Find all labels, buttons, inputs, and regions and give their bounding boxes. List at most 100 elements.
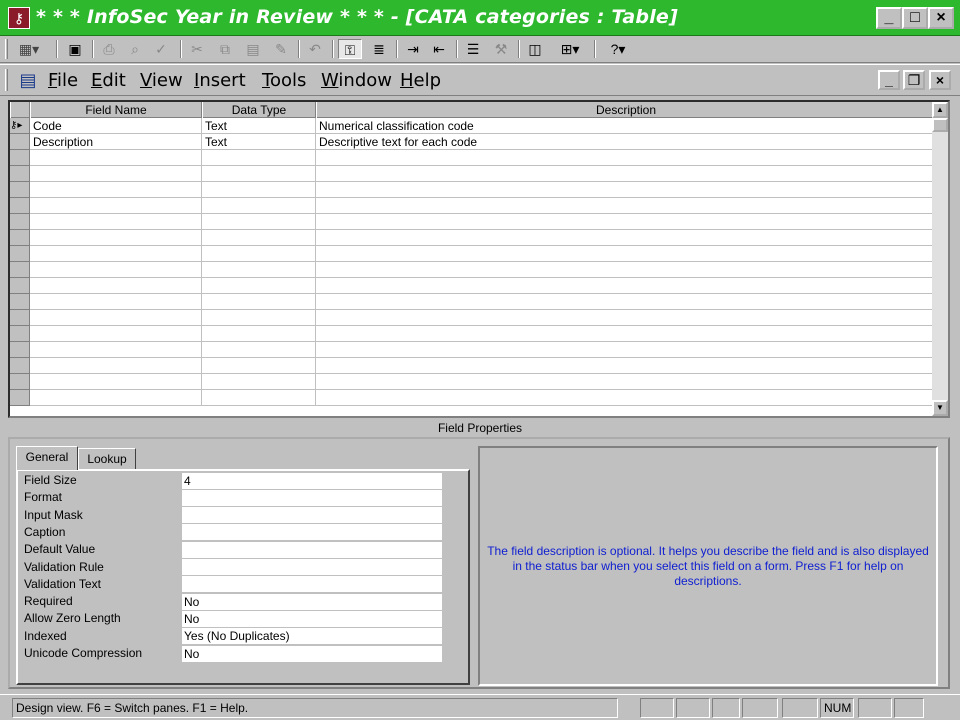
menu-file[interactable]: File <box>48 70 78 91</box>
property-value-field[interactable]: No <box>182 610 442 627</box>
row-selector[interactable] <box>10 294 30 310</box>
cell-data-type[interactable] <box>202 262 316 278</box>
table-row[interactable] <box>10 326 936 342</box>
undo-icon[interactable]: ↶ <box>304 39 326 59</box>
menu-window[interactable]: Window <box>321 70 392 91</box>
cell-description[interactable] <box>316 310 936 326</box>
format-painter-icon[interactable]: ✎ <box>270 39 292 59</box>
row-selector[interactable] <box>10 342 30 358</box>
maximize-button[interactable]: □ <box>902 7 928 29</box>
row-selector[interactable] <box>10 246 30 262</box>
doc-minimize-button[interactable]: _ <box>878 70 900 90</box>
cell-field-name[interactable] <box>30 262 202 278</box>
toolbar-grip[interactable] <box>5 39 8 59</box>
property-value-field[interactable]: 4 <box>182 472 442 489</box>
table-row[interactable] <box>10 358 936 374</box>
cell-field-name[interactable] <box>30 166 202 182</box>
cell-field-name[interactable] <box>30 150 202 166</box>
menu-tools[interactable]: Tools <box>262 70 306 91</box>
cell-field-name[interactable]: Code <box>30 118 202 134</box>
tab-lookup[interactable]: Lookup <box>78 448 136 470</box>
cell-description[interactable] <box>316 230 936 246</box>
property-value-field[interactable]: No <box>182 645 442 662</box>
cell-field-name[interactable] <box>30 230 202 246</box>
row-selector[interactable] <box>10 326 30 342</box>
vertical-scrollbar[interactable]: ▲ ▼ <box>932 102 948 416</box>
indexes-icon[interactable]: ≣ <box>368 39 390 59</box>
row-selector[interactable] <box>10 310 30 326</box>
property-value-field[interactable] <box>182 576 442 593</box>
row-selector[interactable] <box>10 214 30 230</box>
cell-description[interactable] <box>316 278 936 294</box>
cell-data-type[interactable] <box>202 278 316 294</box>
property-value-field[interactable] <box>182 524 442 541</box>
row-selector[interactable] <box>10 150 30 166</box>
row-selector[interactable] <box>10 278 30 294</box>
cell-data-type[interactable]: Text <box>202 134 316 150</box>
cell-field-name[interactable] <box>30 214 202 230</box>
cell-field-name[interactable] <box>30 358 202 374</box>
save-icon[interactable]: ▣ <box>64 39 86 59</box>
primary-key-icon[interactable]: ⚿ <box>338 39 362 59</box>
table-row[interactable]: Description Text Descriptive text for each… <box>10 134 936 150</box>
spelling-icon[interactable]: ✓ <box>150 39 172 59</box>
insert-rows-icon[interactable]: ⇥ <box>402 39 424 59</box>
menu-help[interactable]: Help <box>400 70 441 91</box>
row-selector[interactable] <box>10 358 30 374</box>
cell-data-type[interactable] <box>202 294 316 310</box>
property-value-field[interactable] <box>182 489 442 506</box>
cell-field-name[interactable] <box>30 374 202 390</box>
row-selector[interactable] <box>10 230 30 246</box>
cell-data-type[interactable] <box>202 390 316 406</box>
access-key-icon[interactable]: ⚷ <box>8 7 30 29</box>
properties-icon[interactable]: ☰ <box>462 39 484 59</box>
cell-field-name[interactable] <box>30 342 202 358</box>
scroll-thumb[interactable] <box>932 118 948 132</box>
table-row[interactable] <box>10 198 936 214</box>
cell-field-name[interactable] <box>30 294 202 310</box>
doc-close-button[interactable]: × <box>929 70 951 90</box>
table-row[interactable] <box>10 246 936 262</box>
print-preview-icon[interactable]: ⌕ <box>124 39 146 59</box>
cut-icon[interactable]: ✂ <box>186 39 208 59</box>
cell-field-name[interactable] <box>30 182 202 198</box>
cell-description[interactable] <box>316 166 936 182</box>
table-row[interactable] <box>10 342 936 358</box>
help-icon[interactable]: ?▾ <box>600 39 636 59</box>
table-row[interactable] <box>10 166 936 182</box>
paste-icon[interactable]: ▤ <box>242 39 264 59</box>
table-row[interactable] <box>10 214 936 230</box>
column-header-field-name[interactable]: Field Name <box>30 102 202 118</box>
table-document-icon[interactable]: ▤ <box>16 69 40 91</box>
cell-data-type[interactable] <box>202 342 316 358</box>
row-selector[interactable] <box>10 374 30 390</box>
new-object-icon[interactable]: ⊞▾ <box>552 39 588 59</box>
table-row[interactable] <box>10 390 936 406</box>
scroll-up-button[interactable]: ▲ <box>932 102 948 118</box>
column-header-data-type[interactable]: Data Type <box>202 102 316 118</box>
cell-data-type[interactable] <box>202 166 316 182</box>
view-icon[interactable]: ▦▾ <box>14 39 44 59</box>
property-value-field[interactable]: No <box>182 593 442 610</box>
menu-grip[interactable] <box>5 69 8 91</box>
cell-field-name[interactable] <box>30 326 202 342</box>
table-row[interactable] <box>10 150 936 166</box>
table-row[interactable]: ⚷▸ Code Text Numerical classification code <box>10 118 936 134</box>
property-value-field[interactable] <box>182 559 442 575</box>
cell-field-name[interactable] <box>30 310 202 326</box>
build-icon[interactable]: ⚒ <box>490 39 512 59</box>
property-value-field[interactable]: Yes (No Duplicates) <box>182 628 442 645</box>
scroll-down-button[interactable]: ▼ <box>932 400 948 416</box>
cell-data-type[interactable] <box>202 310 316 326</box>
doc-restore-button[interactable]: ❐ <box>903 70 925 90</box>
cell-data-type[interactable] <box>202 230 316 246</box>
table-row[interactable] <box>10 278 936 294</box>
table-row[interactable] <box>10 294 936 310</box>
cell-data-type[interactable] <box>202 214 316 230</box>
tab-general[interactable]: General <box>16 446 78 470</box>
cell-description[interactable] <box>316 358 936 374</box>
row-selector[interactable] <box>10 182 30 198</box>
cell-data-type[interactable] <box>202 198 316 214</box>
cell-description[interactable] <box>316 374 936 390</box>
row-selector[interactable] <box>10 390 30 406</box>
